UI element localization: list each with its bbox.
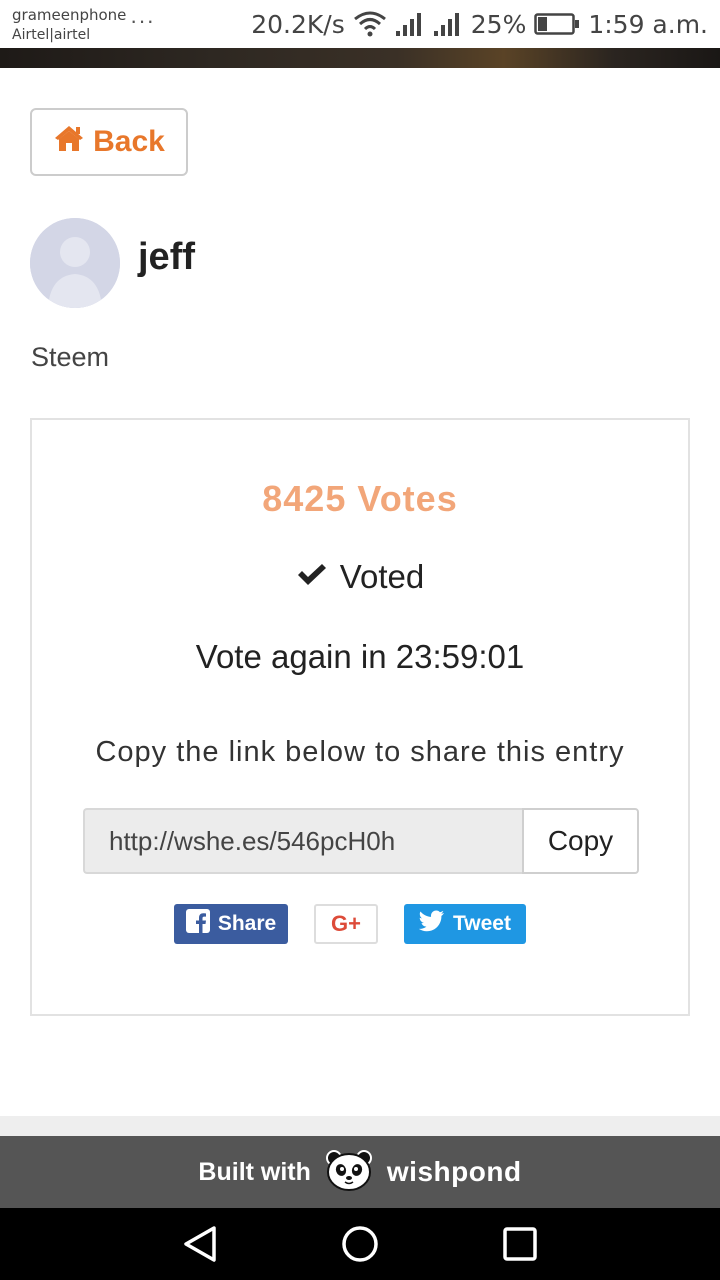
system-nav-bar	[0, 1208, 720, 1280]
signal-icon	[433, 11, 463, 37]
network-speed: 20.2K/s	[251, 9, 345, 39]
share-instructions: Copy the link below to share this entry	[95, 736, 625, 768]
back-label: Back	[93, 125, 165, 158]
username: jeff	[138, 236, 195, 278]
voted-status: Voted	[32, 558, 688, 596]
copy-button[interactable]: Copy	[522, 808, 639, 874]
check-icon	[296, 558, 328, 596]
facebook-icon	[185, 909, 210, 939]
twitter-icon	[418, 910, 445, 938]
nav-home-icon[interactable]	[340, 1224, 380, 1264]
share-link-input[interactable]	[83, 808, 522, 874]
tweet-label: Tweet	[453, 912, 511, 935]
twitter-tweet-button[interactable]: Tweet	[404, 904, 526, 944]
nav-recents-icon[interactable]	[500, 1224, 540, 1264]
google-plus-share-button[interactable]: G+	[314, 904, 378, 944]
home-icon	[53, 124, 85, 160]
vote-count: 8425 Votes	[262, 478, 458, 519]
status-icons: 20.2K/s 25% 1:59 a.m.	[251, 8, 708, 40]
vote-card: 8425 Votes Voted Vote again in 23:59:01 …	[30, 418, 690, 1016]
voted-label: Voted	[339, 558, 425, 595]
signal-icon	[395, 11, 425, 37]
carrier-info: grameenphone Airtel|airtel	[12, 5, 126, 45]
wifi-icon	[353, 11, 387, 37]
clock: 1:59 a.m.	[588, 9, 708, 39]
vote-again-timer: Vote again in 23:59:01	[195, 638, 525, 675]
nav-back-icon[interactable]	[180, 1224, 220, 1264]
carrier-secondary: Airtel|airtel	[12, 27, 91, 43]
back-button[interactable]: Back	[30, 108, 188, 176]
footer-divider	[0, 1116, 720, 1136]
battery-icon	[534, 12, 580, 36]
footer[interactable]: Built with wishpond	[0, 1136, 720, 1208]
battery-percent: 25%	[470, 9, 527, 39]
overflow-dots: ···	[130, 8, 155, 33]
share-label: Share	[217, 912, 277, 935]
carrier-primary: grameenphone	[12, 6, 127, 24]
header-banner	[0, 48, 720, 68]
facebook-share-button[interactable]: Share	[174, 904, 288, 944]
share-link-group: Copy	[83, 808, 639, 874]
entry-text: Steem	[31, 342, 110, 372]
google-plus-icon: G+	[331, 911, 361, 936]
built-with-label: Built with	[198, 1157, 311, 1186]
wishpond-brand: wishpond	[386, 1156, 522, 1187]
status-bar: grameenphone Airtel|airtel ··· 20.2K/s 2…	[0, 0, 720, 48]
panda-icon	[325, 1149, 373, 1196]
avatar	[30, 218, 120, 308]
